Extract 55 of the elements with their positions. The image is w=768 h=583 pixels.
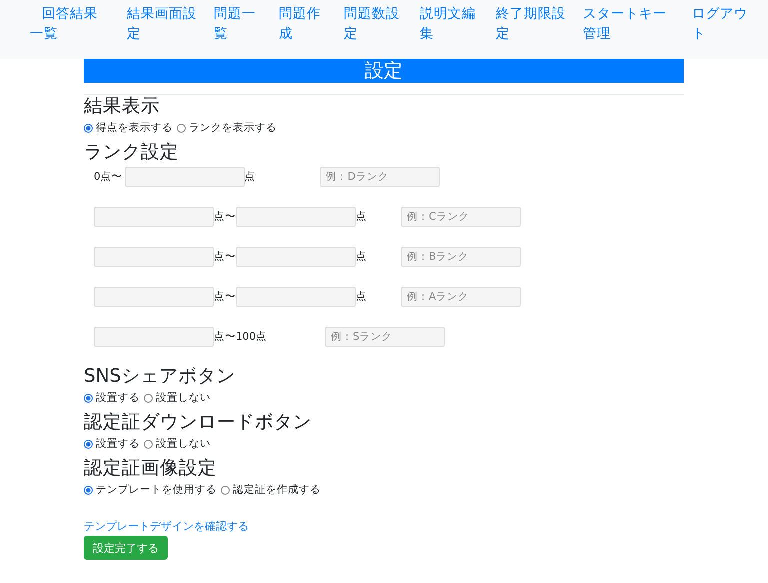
page-title: 設定 — [84, 59, 684, 83]
radio-button[interactable] — [84, 124, 93, 132]
radio-button[interactable] — [84, 394, 93, 402]
score-field[interactable] — [124, 167, 245, 187]
rank-name-field[interactable]: 例：Bランク — [401, 247, 521, 267]
radio-label: 設置する — [96, 437, 140, 451]
section-heading: 認定証画像設定 — [84, 457, 218, 481]
nav-link[interactable]: 問題数設定 — [344, 4, 402, 44]
score-label: 点〜100点 — [214, 330, 268, 344]
radio-button[interactable] — [221, 486, 230, 494]
nav-link[interactable]: 問題一覧 — [214, 4, 258, 44]
score-label: 点 — [356, 290, 367, 304]
score-field[interactable] — [236, 207, 356, 227]
nav-link[interactable]: 説明文編集 — [420, 4, 478, 44]
nav-link[interactable]: 回答結果一覧 — [30, 4, 108, 44]
nav-link[interactable]: スタートキー管理 — [583, 4, 669, 44]
design-link[interactable]: テンプレートデザインを確認する — [84, 519, 249, 534]
radio-button[interactable] — [84, 486, 93, 494]
radio-label: 設置しない — [156, 391, 211, 405]
score-field[interactable] — [94, 247, 214, 267]
section-heading: 結果表示 — [84, 95, 161, 119]
score-field[interactable] — [94, 207, 214, 227]
rank-name-field[interactable]: 例：Aランク — [401, 287, 521, 307]
radio-button[interactable] — [84, 440, 93, 448]
rank-name-field[interactable]: 例：Cランク — [401, 207, 521, 227]
score-label: 点 — [356, 210, 367, 224]
radio-label: 設置しない — [156, 437, 211, 451]
nav-link[interactable]: ログアウト — [692, 4, 750, 44]
radio-button[interactable] — [144, 394, 153, 402]
radio-label: ランクを表示する — [189, 121, 277, 135]
radio-label: 認定証を作成する — [233, 483, 321, 497]
section-heading: SNSシェアボタン — [84, 365, 236, 389]
score-label: 点〜 — [214, 250, 236, 264]
radio-label: 設置する — [96, 391, 140, 405]
radio-button[interactable] — [177, 124, 186, 132]
nav-link[interactable]: 結果画面設定 — [127, 4, 199, 44]
section-heading: ランク設定 — [84, 141, 180, 165]
rank-name-field[interactable]: 例：Dランク — [320, 167, 440, 187]
radio-button[interactable] — [144, 440, 153, 448]
section-heading: 認定証ダウンロードボタン — [84, 411, 313, 435]
submit-button[interactable]: 設定完了する — [84, 536, 168, 560]
radio-label: テンプレートを使用する — [96, 483, 217, 497]
score-field[interactable] — [94, 287, 214, 307]
score-label: 点〜 — [214, 210, 236, 224]
radio-label: 得点を表示する — [96, 121, 173, 135]
score-label: 0点〜 — [94, 170, 123, 184]
score-label: 点〜 — [214, 290, 236, 304]
score-field[interactable] — [236, 287, 356, 307]
score-label: 点 — [244, 170, 256, 184]
nav-link[interactable]: 終了期限設定 — [496, 4, 568, 44]
score-label: 点 — [356, 250, 367, 264]
nav-link[interactable]: 問題作成 — [279, 4, 323, 44]
score-field[interactable] — [236, 247, 356, 267]
score-field[interactable] — [94, 327, 214, 347]
rank-name-field[interactable]: 例：Sランク — [325, 327, 446, 347]
